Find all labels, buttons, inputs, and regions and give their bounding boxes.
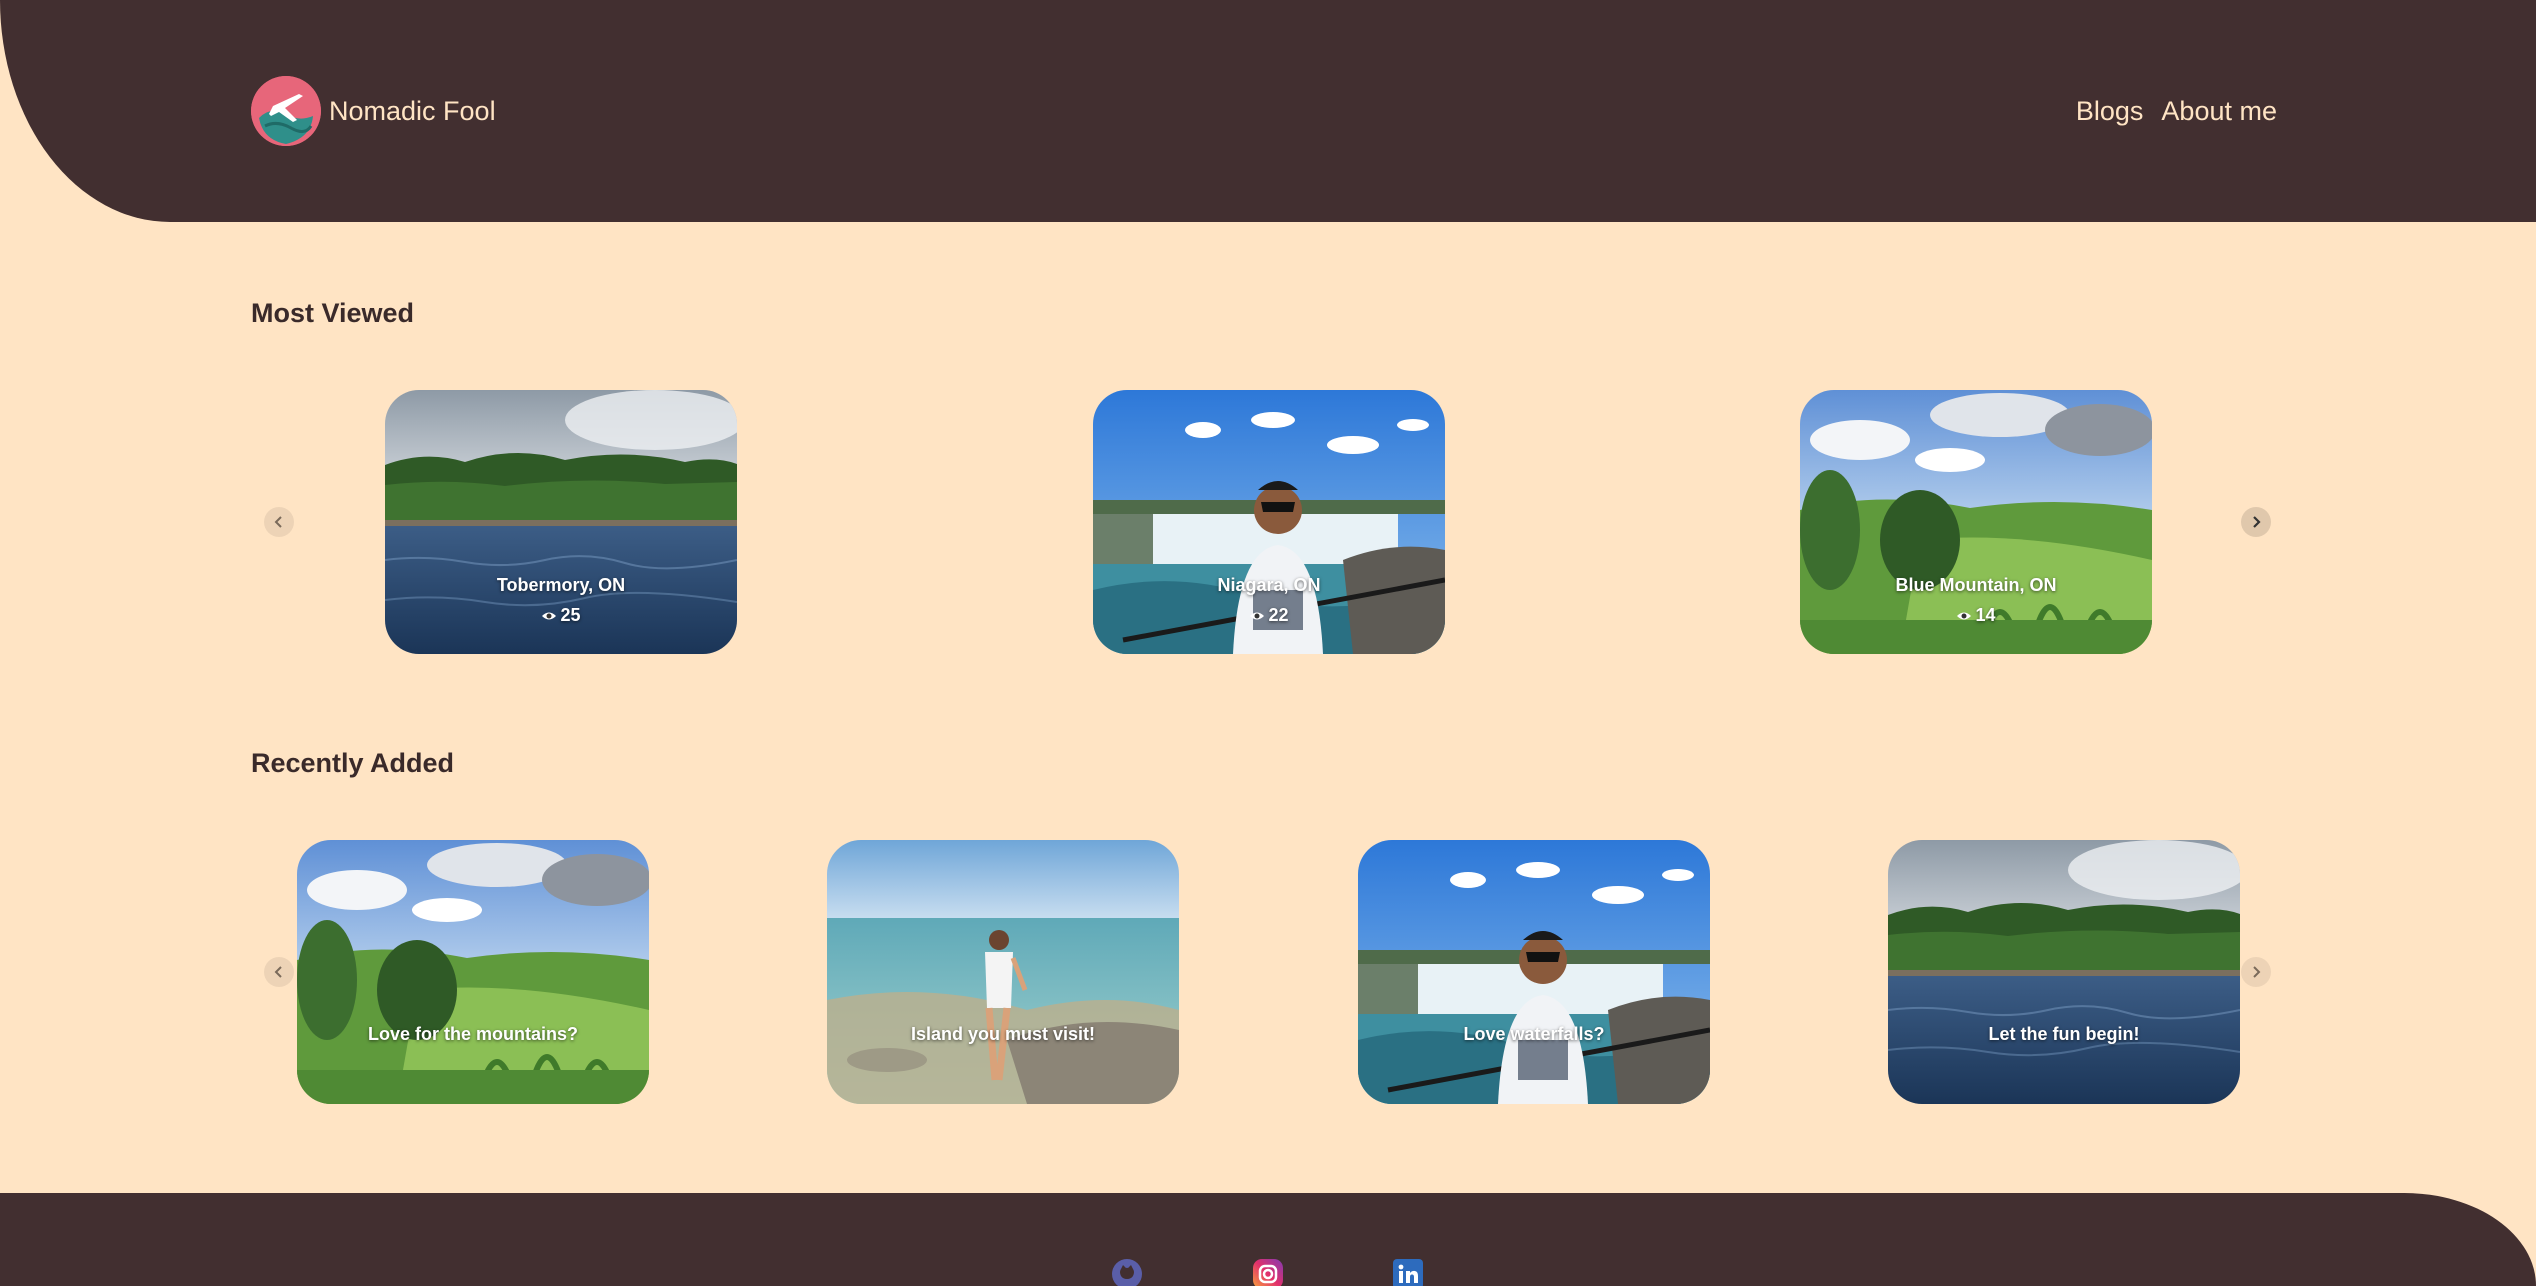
recently-added-prev-button[interactable] [264, 957, 294, 987]
brand-link[interactable]: Nomadic Fool [251, 76, 496, 146]
most-viewed-heading: Most Viewed [251, 298, 415, 328]
view-count: 22 [1268, 605, 1289, 625]
chevron-left-icon [274, 516, 282, 528]
site-header: Nomadic Fool Blogs About me [0, 0, 2536, 222]
instagram-icon[interactable] [1252, 1258, 1284, 1286]
card-views: 14 [1800, 605, 2152, 626]
lake-photo [1888, 840, 2240, 1104]
globe-airplane-logo-icon [251, 76, 321, 146]
recently-added-card[interactable]: Love waterfalls? [1358, 840, 1710, 1104]
most-viewed-card[interactable]: Niagara, ON 22 [1093, 390, 1445, 654]
github-icon[interactable] [1111, 1258, 1143, 1286]
most-viewed-card[interactable]: Blue Mountain, ON 14 [1800, 390, 2152, 654]
card-title: Blue Mountain, ON [1895, 575, 2057, 595]
eye-icon [1250, 612, 1265, 619]
main-nav: Blogs About me [2076, 96, 2277, 127]
card-views: 25 [385, 605, 737, 626]
card-views: 22 [1093, 605, 1445, 626]
recently-added-card[interactable]: Let the fun begin! [1888, 840, 2240, 1104]
recently-added-card[interactable]: Love for the mountains? [297, 840, 649, 1104]
card-title: Love for the mountains? [367, 1024, 578, 1044]
card-title: Let the fun begin! [1988, 1024, 2140, 1044]
nav-about-link[interactable]: About me [2161, 96, 2277, 127]
eye-icon [1957, 612, 1972, 619]
island-photo [827, 840, 1179, 1104]
card-title: Island you must visit! [910, 1024, 1096, 1044]
recently-added-heading: Recently Added [251, 748, 455, 778]
most-viewed-card[interactable]: Tobermory, ON 25 [385, 390, 737, 654]
card-title: Love waterfalls? [1463, 1024, 1605, 1044]
recently-added-card[interactable]: Island you must visit! [827, 840, 1179, 1104]
waterfall-photo [1358, 840, 1710, 1104]
nav-blogs-link[interactable]: Blogs [2076, 96, 2144, 127]
eye-icon [542, 612, 557, 619]
card-title: Tobermory, ON [496, 575, 626, 595]
chevron-right-icon [2253, 516, 2261, 528]
recently-added-next-button[interactable] [2241, 957, 2271, 987]
brand-name: Nomadic Fool [329, 95, 496, 126]
chevron-left-icon [274, 966, 282, 978]
chevron-right-icon [2253, 966, 2261, 978]
linkedin-icon[interactable] [1392, 1258, 1424, 1286]
view-count: 25 [560, 605, 581, 625]
view-count: 14 [1975, 605, 1996, 625]
most-viewed-prev-button[interactable] [264, 507, 294, 537]
mountain-photo [297, 840, 649, 1104]
most-viewed-next-button[interactable] [2241, 507, 2271, 537]
card-title: Niagara, ON [1217, 575, 1321, 595]
